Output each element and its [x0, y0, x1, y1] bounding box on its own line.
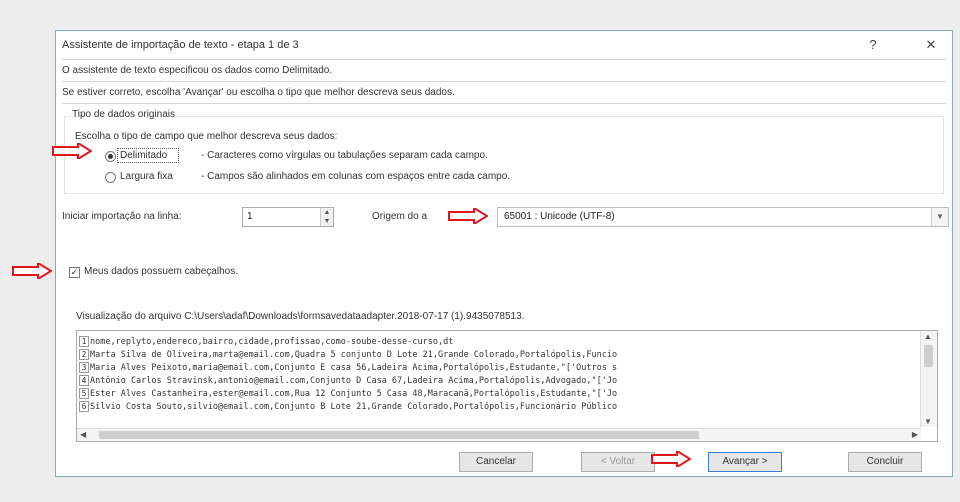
headers-checkbox[interactable]: ✓ — [69, 267, 80, 278]
instruction-text: Se estiver correto, escolha 'Avançar' ou… — [62, 87, 455, 98]
divider — [62, 59, 946, 60]
preview-line: 2 Marta Silva de Oliveira,marta@email.com… — [79, 349, 617, 360]
delimited-description: - Caracteres como vírgulas ou tabulações… — [201, 150, 488, 161]
scroll-down-icon[interactable]: ▼ — [924, 417, 932, 426]
horizontal-scrollbar[interactable]: ◀ ▶ — [77, 428, 921, 441]
divider — [62, 81, 946, 82]
preview-line: 3 Maria Alves Peixoto,maria@email.com,Con… — [79, 362, 617, 373]
cancel-button[interactable]: Cancelar — [459, 452, 533, 472]
file-preview-box[interactable]: 1 nome,replyto,endereco,bairro,cidade,pro… — [76, 330, 938, 442]
vertical-scroll-thumb[interactable] — [924, 345, 933, 367]
scroll-left-icon[interactable]: ◀ — [80, 430, 86, 439]
radio-delimited-label[interactable]: Delimitado — [120, 150, 167, 161]
fixed-width-description: - Campos são alinhados em colunas com es… — [201, 171, 511, 182]
annotation-arrow-icon — [12, 263, 52, 279]
spinner-arrows-icon[interactable]: ▲ ▼ — [320, 208, 333, 226]
close-button[interactable]: ✕ — [920, 36, 942, 54]
file-origin-value[interactable]: 65001 : Unicode (UTF-8) — [504, 211, 615, 222]
next-button[interactable]: Avançar > — [708, 452, 782, 472]
back-button[interactable]: < Voltar — [581, 452, 655, 472]
group-title: Tipo de dados originais — [70, 109, 178, 120]
text-import-wizard-dialog: Assistente de importação de texto - etap… — [55, 30, 953, 477]
help-button[interactable]: ? — [862, 36, 884, 54]
vertical-scrollbar[interactable]: ▲ ▼ — [920, 331, 937, 427]
finish-button[interactable]: Concluir — [848, 452, 922, 472]
preview-line: 5 Ester Alves Castanheira,ester@email.com… — [79, 388, 617, 399]
scroll-up-icon[interactable]: ▲ — [924, 332, 932, 341]
group-prompt: Escolha o tipo de campo que melhor descr… — [75, 131, 338, 142]
dialog-title: Assistente de importação de texto - etap… — [62, 39, 299, 51]
start-row-value[interactable]: 1 — [247, 211, 253, 222]
file-origin-select[interactable]: 65001 : Unicode (UTF-8) ▼ — [497, 207, 949, 227]
annotation-arrow-icon — [651, 451, 691, 467]
radio-fixed-width-label[interactable]: Largura fixa — [120, 171, 173, 182]
original-data-type-group: Escolha o tipo de campo que melhor descr… — [64, 116, 944, 194]
file-origin-label: Origem do a — [372, 211, 428, 222]
start-row-spinner[interactable]: 1 ▲ ▼ — [242, 207, 334, 227]
annotation-arrow-icon — [448, 208, 488, 224]
radio-delimited[interactable] — [105, 151, 116, 162]
start-row-label: Iniciar importação na linha: — [62, 211, 182, 222]
scroll-right-icon[interactable]: ▶ — [912, 430, 918, 439]
headers-checkbox-label[interactable]: Meus dados possuem cabeçalhos. — [84, 266, 238, 277]
radio-fixed-width[interactable] — [105, 172, 116, 183]
horizontal-scroll-thumb[interactable] — [99, 431, 699, 439]
annotation-arrow-icon — [52, 143, 92, 159]
divider — [62, 103, 946, 104]
preview-label: Visualização do arquivo C:\Users\adaf\Do… — [76, 311, 525, 322]
preview-line: 4 Antônio Carlos Stravinsk,antonio@email.… — [79, 375, 617, 386]
chevron-down-icon[interactable]: ▼ — [931, 208, 948, 226]
preview-line: 1 nome,replyto,endereco,bairro,cidade,pro… — [79, 336, 453, 347]
title-bar[interactable]: Assistente de importação de texto - etap… — [56, 31, 952, 59]
detected-type-text: O assistente de texto especificou os dad… — [62, 65, 333, 76]
preview-line: 6 Silvio Costa Souto,silvio@email.com,Con… — [79, 401, 617, 412]
